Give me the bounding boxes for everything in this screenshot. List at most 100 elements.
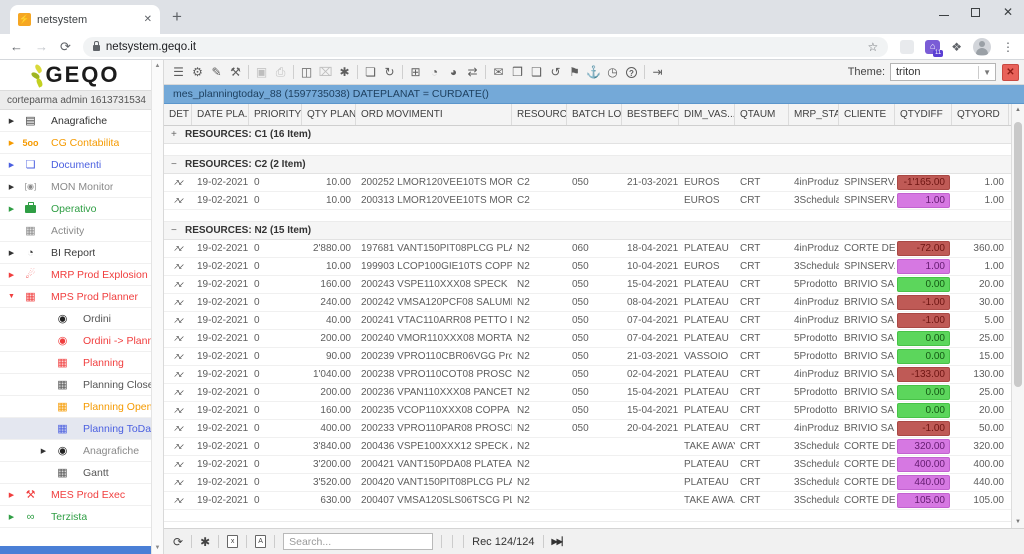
sidebar-item-mps-prod-planner[interactable]: ▼▦MPS Prod Planner	[0, 286, 151, 308]
sidebar-item-activity[interactable]: ▦Activity	[0, 220, 151, 242]
group-row[interactable]: −RESOURCES: N2 (15 Item)	[164, 222, 1011, 240]
new-tab-button[interactable]: +	[172, 7, 182, 27]
anchor-icon[interactable]: ⚓	[584, 65, 603, 79]
detail-expand-icon[interactable]: ↗↙	[173, 370, 182, 379]
column-header-qtaum[interactable]: QTAUM	[735, 104, 789, 125]
scrollbar-thumb[interactable]	[1014, 122, 1022, 387]
sidebar-item-ordini[interactable]: ◉Ordini	[0, 308, 151, 330]
copy-icon[interactable]: ❏	[361, 65, 380, 79]
window-close-icon[interactable]: ✕	[1002, 5, 1014, 19]
column-header-bestbefore[interactable]: BESTBEFO...	[622, 104, 679, 125]
detail-expand-icon[interactable]: ↗↙	[173, 478, 182, 487]
table-row[interactable]: ↗↙19-02-20210160.00200235 VCOP110XXX08 C…	[164, 402, 1011, 420]
extension-icon[interactable]	[900, 40, 914, 54]
detail-expand-icon[interactable]: ↗↙	[173, 388, 182, 397]
scroll-down-icon[interactable]: ▼	[155, 545, 161, 551]
sidebar-item-anagrafiche[interactable]: ▶◉Anagrafiche	[0, 440, 151, 462]
history-icon[interactable]: ↺	[546, 65, 565, 79]
chevron-right-icon[interactable]: ▶	[5, 183, 18, 191]
favorite-icon[interactable]: ✱	[200, 535, 210, 549]
sidebar-item-terzista[interactable]: ▶∞Terzista	[0, 506, 151, 528]
table-row[interactable]: ↗↙19-02-2021040.00200241 VTAC110ARR08 PE…	[164, 312, 1011, 330]
sidebar-item-planning-today[interactable]: ▦Planning ToDay	[0, 418, 151, 440]
chevron-right-icon[interactable]: ▶	[5, 271, 18, 279]
sidebar-item-bi-report[interactable]: ▶◔BI Report	[0, 242, 151, 264]
column-header-ord[interactable]: ORD MOVIMENTI	[356, 104, 512, 125]
detail-expand-icon[interactable]: ↗↙	[173, 406, 182, 415]
column-header-qty_plan[interactable]: QTY PLAN	[302, 104, 356, 125]
tools-icon[interactable]: ⚒	[226, 65, 245, 79]
browser-tab[interactable]: ⚡ netsystem ✕	[10, 5, 160, 34]
table-row[interactable]: ↗↙19-02-202103'840.00200436 VSPE100XXX12…	[164, 438, 1011, 456]
export-pdf-icon[interactable]: A	[255, 535, 266, 548]
flag-icon[interactable]: ⚑	[565, 65, 584, 79]
table-row[interactable]: ↗↙19-02-202103'520.00200420 VANT150PIT08…	[164, 474, 1011, 492]
extensions-puzzle-icon[interactable]: ❖	[951, 40, 962, 54]
pie-chart-icon[interactable]: ◕	[444, 65, 463, 79]
sidebar-item-mon-monitor[interactable]: ▶[◉]MON Monitor	[0, 176, 151, 198]
mail-icon[interactable]: ✉	[489, 65, 508, 79]
chevron-right-icon[interactable]: ▶	[5, 139, 18, 147]
table-icon[interactable]: ⊞	[406, 65, 425, 79]
table-row[interactable]: ↗↙19-02-2021090.00200239 VPRO110CBR06VGG…	[164, 348, 1011, 366]
grid-vertical-scrollbar[interactable]: ▲ ▼	[1011, 104, 1024, 528]
sidebar-item-cg-contabilita[interactable]: ▶5ooCG Contabilita	[0, 132, 151, 154]
table-row[interactable]: ↗↙19-02-20210200.00200236 VPAN110XXX08 P…	[164, 384, 1011, 402]
chevron-right-icon[interactable]: ▶	[37, 447, 50, 455]
sidebar-item-mrp-prod-explosion[interactable]: ▶☄MRP Prod Explosion	[0, 264, 151, 286]
column-header-det[interactable]: DET	[164, 104, 192, 125]
sidebar-item-documenti[interactable]: ▶❏Documenti	[0, 154, 151, 176]
table-row[interactable]: ↗↙19-02-2021010.00200313 LMOR120VEE10TS …	[164, 192, 1011, 210]
chevron-right-icon[interactable]: ▶	[5, 249, 18, 257]
collapse-icon[interactable]: −	[171, 225, 179, 236]
window-maximize-icon[interactable]	[971, 8, 980, 17]
column-header-dim_vas[interactable]: DIM_VAS...	[679, 104, 735, 125]
url-bar[interactable]: netsystem.geqo.it ☆	[83, 37, 888, 57]
detail-expand-icon[interactable]: ↗↙	[173, 316, 182, 325]
reload-icon[interactable]: ⟳	[60, 39, 71, 55]
group-row[interactable]: +RESOURCES: C1 (16 Item)	[164, 126, 1011, 144]
bookmark-star-icon[interactable]: ☆	[867, 40, 878, 54]
sidebar-item-gantt[interactable]: ▦Gantt	[0, 462, 151, 484]
search-input[interactable]	[283, 533, 433, 550]
note-icon[interactable]: ❑	[527, 65, 546, 79]
chevron-right-icon[interactable]: ▶	[5, 205, 18, 213]
refresh-icon[interactable]: ↻	[380, 65, 399, 79]
profile-avatar[interactable]	[973, 38, 991, 56]
table-row[interactable]: ↗↙19-02-20210400.00200233 VPRO110PAR08 P…	[164, 420, 1011, 438]
help-icon[interactable]: ?	[622, 65, 641, 79]
detail-expand-icon[interactable]: ↗↙	[173, 442, 182, 451]
sidebar-item-planning[interactable]: ▦Planning	[0, 352, 151, 374]
export-excel-icon[interactable]: x	[227, 535, 238, 548]
detail-expand-icon[interactable]: ↗↙	[173, 196, 182, 205]
table-row[interactable]: ↗↙19-02-202103'200.00200421 VANT150PDA08…	[164, 456, 1011, 474]
scroll-up-icon[interactable]: ▲	[1015, 107, 1021, 113]
logout-icon[interactable]: ⇥	[648, 65, 667, 79]
sidebar-item-operativo[interactable]: ▶Operativo	[0, 198, 151, 220]
table-row[interactable]: ↗↙19-02-20210200.00200240 VMOR110XXX08 M…	[164, 330, 1011, 348]
sidebar-scrollbar[interactable]: ▲ ▼	[151, 60, 164, 554]
detail-expand-icon[interactable]: ↗↙	[173, 460, 182, 469]
table-row[interactable]: ↗↙19-02-20210160.00200243 VSPE110XXX08 S…	[164, 276, 1011, 294]
last-record-icon[interactable]: ▶▶▏	[552, 537, 567, 546]
scroll-down-icon[interactable]: ▼	[1015, 519, 1021, 525]
chevron-right-icon[interactable]: ▶	[5, 513, 18, 521]
panel-close-button[interactable]: ✕	[1002, 64, 1019, 81]
back-icon[interactable]: ←	[10, 39, 23, 54]
dashboard-icon[interactable]: ◔	[425, 65, 444, 79]
theme-select[interactable]: triton ▼	[890, 63, 996, 81]
table-row[interactable]: ↗↙19-02-20210240.00200242 VMSA120PCF08 S…	[164, 294, 1011, 312]
expand-icon[interactable]: +	[171, 129, 179, 140]
column-header-qtydiff[interactable]: QTYDIFF	[895, 104, 952, 125]
clock-icon[interactable]: ◷	[603, 65, 622, 79]
detail-expand-icon[interactable]: ↗↙	[173, 496, 182, 505]
table-row[interactable]: ↗↙19-02-202102'880.00197681 VANT150PIT08…	[164, 240, 1011, 258]
table-row[interactable]: ↗↙19-02-2021010.00199903 LCOP100GIE10TS …	[164, 258, 1011, 276]
table-row[interactable]: ↗↙19-02-2021010.00200252 LMOR120VEE10TS …	[164, 174, 1011, 192]
refresh-icon[interactable]: ⟳	[173, 535, 183, 549]
menu-icon[interactable]: ☰	[169, 65, 188, 79]
forward-icon[interactable]: →	[35, 39, 48, 54]
detail-expand-icon[interactable]: ↗↙	[173, 352, 182, 361]
chevron-right-icon[interactable]: ▶	[5, 161, 18, 169]
transfer-icon[interactable]: ⇄	[463, 65, 482, 79]
